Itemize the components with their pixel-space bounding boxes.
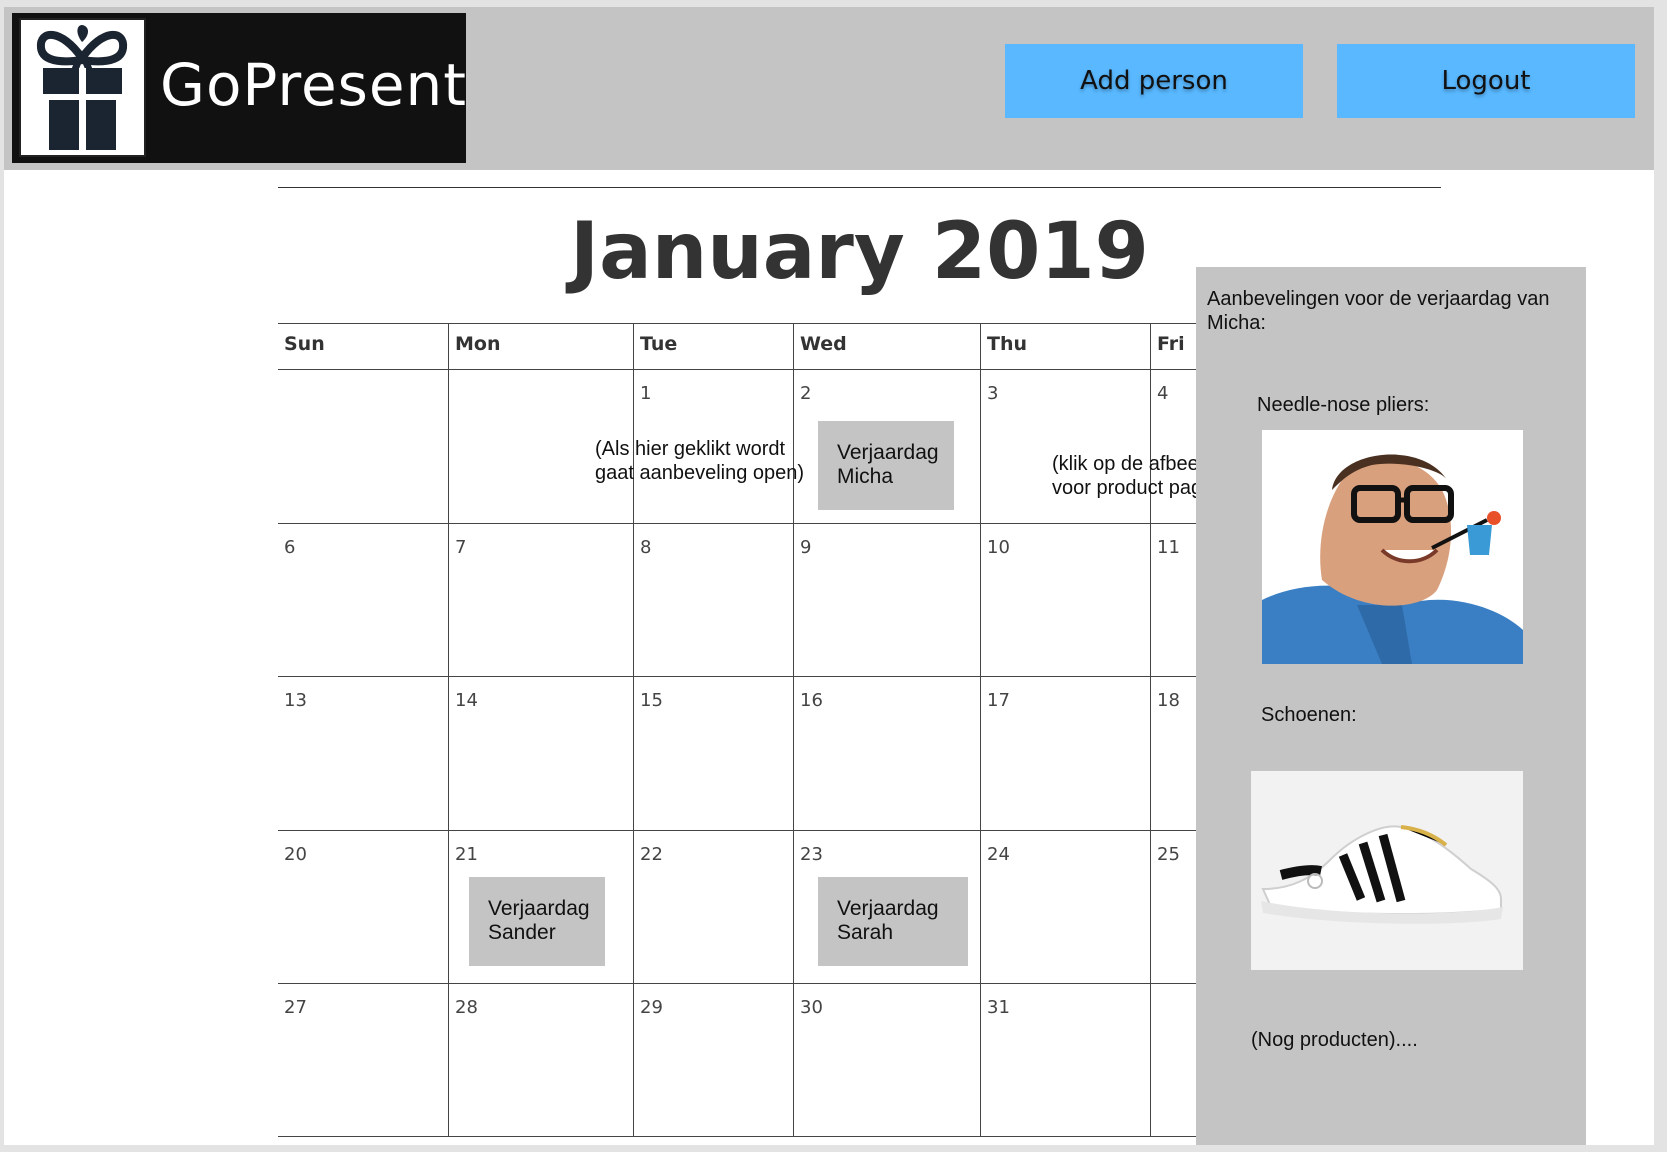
logout-button[interactable]: Logout (1337, 44, 1635, 118)
day-name-mon: Mon (455, 333, 501, 355)
day-cell-number: 30 (800, 997, 823, 1018)
gift-icon (19, 18, 146, 157)
day-cell-number: 27 (284, 997, 307, 1018)
grid-line (278, 323, 1207, 324)
shoes-product-image[interactable] (1251, 771, 1523, 970)
day-cell-number: 31 (987, 997, 1010, 1018)
day-cell-number: 13 (284, 690, 307, 711)
grid-line (278, 523, 1207, 524)
grid-line (278, 983, 1207, 984)
event-birthday-micha[interactable]: Verjaardag Micha (818, 421, 954, 510)
add-person-button[interactable]: Add person (1005, 44, 1303, 118)
day-cell-number: 4 (1157, 383, 1169, 404)
day-name-fri: Fri (1157, 333, 1185, 355)
grid-line (980, 323, 981, 1137)
day-cell-number: 18 (1157, 690, 1180, 711)
day-cell-number: 24 (987, 844, 1010, 865)
app-canvas: GoPresent Add person Logout January 2019… (4, 7, 1654, 1145)
day-cell-number: 29 (640, 997, 663, 1018)
day-name-sun: Sun (284, 333, 325, 355)
recommendations-title: Aanbevelingen voor de verjaardag van Mic… (1207, 288, 1550, 334)
click-hint-note: (Als hier geklikt wordt gaat aanbeveling… (595, 438, 805, 484)
recommendation-label: Schoenen: (1261, 704, 1357, 726)
event-birthday-sander[interactable]: Verjaardag Sander (469, 877, 605, 966)
day-cell-number: 14 (455, 690, 478, 711)
recommendation-label: Needle-nose pliers: (1257, 394, 1430, 416)
day-cell-number: 1 (640, 383, 652, 404)
grid-line (278, 369, 1207, 370)
grid-line (278, 830, 1207, 831)
logo[interactable]: GoPresent (12, 13, 466, 163)
day-cell-number: 16 (800, 690, 823, 711)
title-divider (278, 187, 1441, 188)
day-cell-number: 23 (800, 844, 823, 865)
grid-line (1150, 323, 1151, 1137)
day-name-thu: Thu (987, 333, 1028, 355)
day-cell-number: 10 (987, 537, 1010, 558)
day-cell-number: 25 (1157, 844, 1180, 865)
event-birthday-sarah[interactable]: Verjaardag Sarah (818, 877, 968, 966)
day-cell-number: 7 (455, 537, 467, 558)
day-cell-number: 21 (455, 844, 478, 865)
day-name-tue: Tue (640, 333, 678, 355)
day-cell-number: 8 (640, 537, 652, 558)
grid-line (278, 1136, 1207, 1137)
day-cell-number: 22 (640, 844, 663, 865)
day-cell-number: 17 (987, 690, 1010, 711)
day-name-wed: Wed (800, 333, 847, 355)
pliers-product-image[interactable] (1262, 430, 1523, 664)
day-cell-number: 20 (284, 844, 307, 865)
grid-line (278, 676, 1207, 677)
more-products-text: (Nog producten).... (1251, 1029, 1418, 1051)
day-cell-number: 6 (284, 537, 296, 558)
day-cell-number: 3 (987, 383, 999, 404)
day-cell-number: 28 (455, 997, 478, 1018)
grid-line (448, 323, 449, 1137)
day-cell-number: 2 (800, 383, 812, 404)
day-cell-number: 9 (800, 537, 812, 558)
top-bar: GoPresent Add person Logout (4, 7, 1654, 170)
day-cell-number: 11 (1157, 537, 1180, 558)
app-name: GoPresent (160, 51, 468, 119)
recommendations-panel: Aanbevelingen voor de verjaardag van Mic… (1196, 267, 1586, 1145)
day-cell-number: 15 (640, 690, 663, 711)
